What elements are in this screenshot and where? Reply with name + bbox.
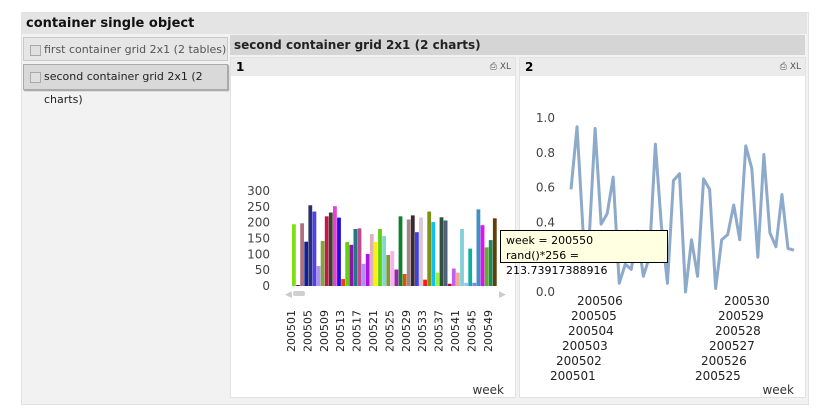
bar <box>324 216 329 286</box>
bar <box>349 244 354 286</box>
x-tick-label: 200501 <box>285 310 298 352</box>
x-tick-label: 200527 <box>709 339 755 353</box>
tooltip-line: rand()*256 = 213.73917388916 <box>506 249 608 277</box>
bar <box>341 279 345 286</box>
bar <box>316 266 321 286</box>
bar <box>443 220 448 286</box>
x-tick-label: 200530 <box>724 294 770 308</box>
x-tick-label: 200504 <box>568 324 614 338</box>
bar <box>386 254 391 286</box>
bar <box>419 217 423 286</box>
bar <box>345 241 350 286</box>
x-tick-label: 200502 <box>556 354 602 368</box>
x-tick-label: 200513 <box>334 310 347 352</box>
bar <box>406 219 411 286</box>
bar <box>451 268 456 286</box>
bar <box>488 240 493 286</box>
bar <box>361 263 366 286</box>
x-tick-label: 200537 <box>433 310 446 352</box>
x-tick-label: 200505 <box>301 310 314 352</box>
x-tick-label: 200533 <box>416 310 429 352</box>
bar <box>382 235 386 286</box>
tooltip-line: week = 200550 <box>506 234 594 247</box>
x-tick-label: 200526 <box>701 354 747 368</box>
bar <box>415 232 419 286</box>
y-tick-label: 150 <box>247 232 270 246</box>
bar <box>333 206 337 286</box>
x-axis-label: week <box>762 383 794 397</box>
bar <box>337 217 341 286</box>
x-tick-label: 200521 <box>367 310 380 352</box>
bar <box>427 211 432 286</box>
scroll-left-icon: ◀ <box>285 290 292 300</box>
bar <box>464 282 468 286</box>
x-tick-label: 200545 <box>465 310 478 352</box>
x-tick-label: 200549 <box>482 310 495 352</box>
bar <box>394 269 399 286</box>
bar <box>296 285 300 286</box>
tooltip: week = 200550 rand()*256 = 213.7391738891… <box>500 230 668 277</box>
y-tick-label: 100 <box>247 247 270 261</box>
x-tick-label: 200529 <box>718 309 764 323</box>
bar <box>374 241 378 286</box>
bar <box>312 211 317 286</box>
bar <box>484 247 489 286</box>
x-tick-label: 200529 <box>400 310 413 352</box>
x-tick-label: 200506 <box>577 294 623 308</box>
bar <box>476 209 481 286</box>
bar <box>480 225 485 286</box>
x-axis-label: week <box>472 383 504 397</box>
x-tick-label: 200541 <box>449 310 462 352</box>
bar <box>492 218 497 286</box>
bar <box>292 224 296 286</box>
bar <box>468 248 473 286</box>
bar <box>304 241 309 286</box>
bar <box>402 273 407 286</box>
charts-svg: 050100150200250300200501 200505 200509 2005… <box>247 111 795 397</box>
bar <box>398 216 403 286</box>
y-tick-label: 0.4 <box>536 215 555 229</box>
bar <box>365 254 370 286</box>
bar <box>423 279 427 286</box>
bar <box>353 229 358 286</box>
x-tick-label: 200525 <box>695 369 741 383</box>
bar <box>435 272 440 286</box>
bar <box>320 241 325 286</box>
bar <box>472 282 477 286</box>
x-tick-label: 200517 <box>351 310 364 352</box>
bar <box>431 222 436 286</box>
bar <box>410 215 415 286</box>
bar <box>390 251 395 286</box>
x-tick-label: 200501 <box>550 369 596 383</box>
bar <box>456 272 460 286</box>
x-tick-label: 200505 <box>571 309 617 323</box>
y-tick-label: 0.6 <box>536 181 555 195</box>
bar <box>439 217 444 286</box>
y-tick-label: 0 <box>262 279 270 293</box>
bar <box>357 228 362 286</box>
x-tick-label: 200525 <box>383 310 396 352</box>
bar <box>460 229 464 286</box>
x-tick-label: 200509 <box>318 310 331 352</box>
bar <box>447 283 452 286</box>
y-tick-label: 0.0 <box>536 285 555 299</box>
x-tick-label: 200528 <box>715 324 761 338</box>
bar <box>300 223 304 286</box>
scrollbar-thumb[interactable] <box>293 291 305 296</box>
y-tick-label: 50 <box>255 263 270 277</box>
bar <box>328 212 333 286</box>
scroll-right-icon: ▶ <box>499 290 506 300</box>
bar <box>308 205 313 286</box>
x-tick-label: 200503 <box>562 339 608 353</box>
y-tick-label: 200 <box>247 216 270 230</box>
y-tick-label: 0.8 <box>536 146 555 160</box>
bar <box>378 229 382 286</box>
y-tick-label: 1.0 <box>536 111 555 125</box>
y-tick-label: 250 <box>247 200 270 214</box>
bar <box>369 234 374 286</box>
y-tick-label: 300 <box>247 184 270 198</box>
